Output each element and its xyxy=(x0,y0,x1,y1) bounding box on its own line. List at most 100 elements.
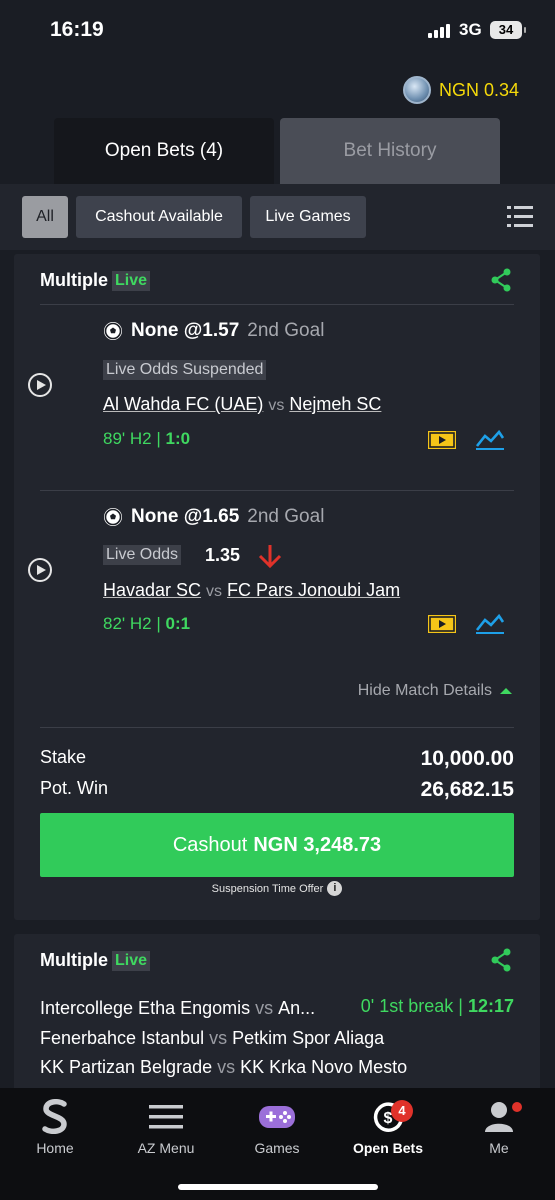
filter-cashout-available[interactable]: Cashout Available xyxy=(76,196,242,238)
cashout-label: Cashout xyxy=(172,833,248,856)
match-time: 89' H2 | xyxy=(103,429,161,448)
match-name[interactable]: Al Wahda FC (UAE) vs Nejmeh SC xyxy=(103,394,381,415)
tab-bet-history[interactable]: Bet History xyxy=(280,118,500,184)
stake-row: Stake 10,000.00 xyxy=(40,747,514,771)
home-team: Intercollege Etha Engomis xyxy=(40,998,251,1018)
nav-games[interactable]: Games xyxy=(222,1096,332,1156)
live-badge: Live xyxy=(112,950,151,971)
offer-text: Suspension Time Offer xyxy=(211,882,324,895)
away-team: An... xyxy=(278,998,316,1018)
chevron-up-icon xyxy=(500,688,512,694)
notification-dot xyxy=(512,1102,522,1112)
stake-label: Stake xyxy=(40,747,87,767)
nav-icon-wrap xyxy=(444,1096,554,1138)
signal-icon xyxy=(428,24,450,38)
odds-status-label: Live Odds Suspended xyxy=(103,360,267,380)
cashout-amount: NGN 3,248.73 xyxy=(253,833,382,856)
current-odds: 1.35 xyxy=(205,545,241,565)
sportybet-logo-icon xyxy=(42,1099,67,1135)
home-indicator[interactable] xyxy=(178,1184,378,1190)
stats-icon[interactable] xyxy=(475,612,505,634)
home-team[interactable]: Al Wahda FC (UAE) xyxy=(103,394,263,414)
nav-home-label: Home xyxy=(36,1140,74,1156)
bet-card-header: Multiple Live xyxy=(40,270,151,291)
match-clock-time: 12:17 xyxy=(467,996,514,1016)
nav-az-menu-label: AZ Menu xyxy=(137,1140,195,1156)
share-icon[interactable] xyxy=(490,268,512,292)
tab-open-bets[interactable]: Open Bets (4) xyxy=(54,118,274,184)
nav-az-menu[interactable]: AZ Menu xyxy=(111,1096,221,1156)
bet-card: Multiple Live Intercollege Etha Engomis v… xyxy=(14,934,540,1094)
bet-type: Multiple xyxy=(40,950,108,970)
match-clock: 0' 1st break | 12:17 xyxy=(361,996,514,1017)
away-team: Petkim Spor Aliaga xyxy=(232,1028,385,1048)
live-tv-icon[interactable] xyxy=(428,614,456,634)
pick-name: None @1.57 xyxy=(131,320,240,341)
bet-card-header: Multiple Live xyxy=(40,950,151,971)
away-team: KK Krka Novo Mesto xyxy=(240,1057,408,1077)
match-score: 0:1 xyxy=(165,614,191,633)
match-clock: 89' H2 | 1:0 xyxy=(103,429,190,449)
pick-name: None @1.65 xyxy=(131,506,240,527)
status-time: 16:19 xyxy=(50,18,104,41)
account-balance[interactable]: NGN 0.34 xyxy=(402,76,519,104)
selection-item: None @1.57 2nd Goal Live Odds Suspended … xyxy=(14,304,540,474)
nav-icon-wrap xyxy=(111,1096,221,1138)
list-view-icon[interactable] xyxy=(507,206,533,228)
soccer-ball-icon xyxy=(104,322,122,340)
match-clock: 82' H2 | 0:1 xyxy=(103,614,190,634)
menu-icon xyxy=(149,1105,183,1129)
play-icon[interactable] xyxy=(28,373,52,397)
status-bar: 16:19 3G 34 xyxy=(0,0,555,62)
balance-text: NGN 0.34 xyxy=(438,79,519,100)
filter-all[interactable]: All xyxy=(22,196,68,238)
hide-details-label: Hide Match Details xyxy=(357,682,492,699)
potential-win-label: Pot. Win xyxy=(40,778,109,798)
nav-open-bets[interactable]: $ 4 Open Bets xyxy=(333,1096,443,1156)
pick-market: 2nd Goal xyxy=(247,320,325,341)
nav-me[interactable]: Me xyxy=(444,1096,554,1156)
filter-live-games[interactable]: Live Games xyxy=(250,196,366,238)
selection-item: None @1.65 2nd Goal Live Odds 1.35 Havad… xyxy=(14,490,540,660)
arrow-down-icon xyxy=(258,545,282,569)
potential-win-row: Pot. Win 26,682.15 xyxy=(40,778,514,802)
play-icon[interactable] xyxy=(28,558,52,582)
selection-pick: None @1.65 2nd Goal xyxy=(103,506,324,528)
home-team[interactable]: Havadar SC xyxy=(103,580,201,600)
user-icon xyxy=(485,1102,513,1132)
vs-label: vs xyxy=(209,1028,228,1048)
soccer-ball-icon xyxy=(104,508,122,526)
stats-icon[interactable] xyxy=(475,428,505,450)
nav-games-label: Games xyxy=(254,1140,300,1156)
nav-open-bets-label: Open Bets xyxy=(352,1140,423,1156)
nav-me-label: Me xyxy=(489,1140,509,1156)
bet-card: Multiple Live None @1.57 2nd Goal Live O… xyxy=(14,254,540,920)
vs-label: vs xyxy=(206,583,223,600)
live-tv-icon[interactable] xyxy=(428,430,456,450)
nav-icon-wrap xyxy=(0,1096,110,1138)
potential-win-value: 26,682.15 xyxy=(420,778,514,801)
nav-icon-wrap xyxy=(222,1096,332,1138)
share-icon[interactable] xyxy=(490,948,512,972)
list-item[interactable]: Intercollege Etha Engomis vs An... xyxy=(40,998,315,1019)
match-time: 0' 1st break | xyxy=(360,996,463,1016)
open-bets-badge: 4 xyxy=(391,1100,413,1122)
stake-value: 10,000.00 xyxy=(420,747,514,770)
gamepad-icon xyxy=(259,1106,295,1128)
list-item[interactable]: Fenerbahce Istanbul vs Petkim Spor Aliaga xyxy=(40,1028,384,1049)
match-time: 82' H2 | xyxy=(103,614,161,633)
cashout-button[interactable]: Cashout NGN 3,248.73 xyxy=(40,813,514,877)
info-icon[interactable]: i xyxy=(327,881,343,896)
match-name[interactable]: Havadar SC vs FC Pars Jonoubi Jam xyxy=(103,580,400,601)
away-team[interactable]: FC Pars Jonoubi Jam xyxy=(227,580,400,600)
network-type: 3G xyxy=(459,20,482,39)
filter-bar: All Cashout Available Live Games xyxy=(0,184,555,250)
hide-match-details-toggle[interactable]: Hide Match Details xyxy=(358,682,512,700)
nav-home[interactable]: Home xyxy=(0,1096,110,1156)
selection-pick: None @1.57 2nd Goal xyxy=(103,320,324,342)
list-item[interactable]: KK Partizan Belgrade vs KK Krka Novo Mesto xyxy=(40,1057,407,1078)
match-score: 1:0 xyxy=(165,429,191,448)
suspension-offer-note: Suspension Time Offer i xyxy=(14,881,540,896)
away-team[interactable]: Nejmeh SC xyxy=(289,394,381,414)
balance-coin-icon xyxy=(402,76,431,104)
